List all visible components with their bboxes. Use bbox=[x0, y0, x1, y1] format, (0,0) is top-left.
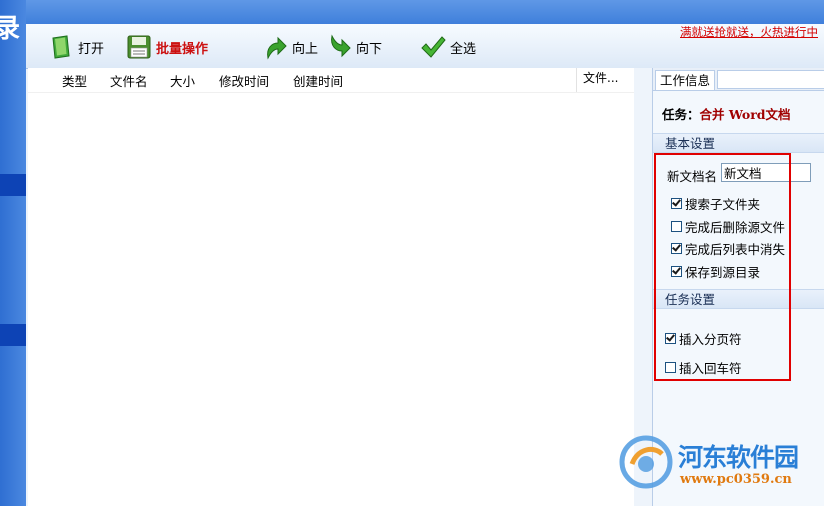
promo-link[interactable]: 满就送抢就送，火热进行中 bbox=[680, 24, 824, 40]
arrow-down-icon bbox=[331, 34, 351, 58]
column-header-size[interactable]: 大小 bbox=[170, 71, 195, 90]
move-down-button[interactable]: 向下 bbox=[326, 33, 382, 61]
batch-operation-label: 批量操作 bbox=[156, 41, 209, 57]
tab-blank[interactable] bbox=[717, 70, 824, 89]
watermark: 河东软件园 www.pc0359.cn bbox=[618, 434, 824, 494]
task-line: 任务：合并 Word文档 bbox=[662, 104, 791, 123]
select-all-button[interactable]: 全选 bbox=[420, 33, 476, 61]
file-list-header: 类型 文件名 大小 修改时间 创建时间 文件... bbox=[28, 68, 634, 93]
open-file-icon bbox=[52, 35, 70, 59]
batch-operation-button[interactable]: 批量操作 bbox=[126, 33, 208, 61]
column-header-modified[interactable]: 修改时间 bbox=[219, 71, 269, 90]
section-basic-settings: 基本设置 bbox=[653, 133, 824, 153]
select-all-label: 全选 bbox=[450, 41, 477, 57]
move-up-button[interactable]: 向上 bbox=[262, 33, 318, 61]
task-name: 合并 Word文档 bbox=[699, 107, 791, 122]
column-header-created[interactable]: 创建时间 bbox=[293, 71, 343, 90]
open-button[interactable]: 打开 bbox=[48, 33, 104, 61]
watermark-url: www.pc0359.cn bbox=[680, 472, 792, 487]
column-header-file-extra[interactable]: 文件... bbox=[576, 68, 632, 92]
column-header-name[interactable]: 文件名 bbox=[110, 71, 148, 90]
left-sidebar: 录 bbox=[0, 0, 26, 506]
move-down-label: 向下 bbox=[356, 41, 383, 57]
app-logo-glyph: 录 bbox=[0, 14, 21, 44]
floppy-disk-icon bbox=[127, 35, 151, 59]
top-title-band bbox=[0, 0, 824, 24]
watermark-logo-icon bbox=[619, 435, 673, 489]
arrow-up-icon bbox=[267, 36, 287, 60]
file-list[interactable]: 类型 文件名 大小 修改时间 创建时间 文件... bbox=[28, 68, 634, 506]
sidebar-nav-item[interactable] bbox=[0, 324, 26, 346]
task-prefix: 任务： bbox=[662, 107, 700, 122]
column-header-type[interactable]: 类型 bbox=[62, 71, 87, 90]
panel-tab-bar: 工作信息 bbox=[653, 68, 824, 91]
sidebar-nav-item[interactable] bbox=[0, 174, 26, 196]
move-up-label: 向上 bbox=[292, 41, 319, 57]
checkmark-icon bbox=[421, 36, 446, 58]
watermark-title: 河东软件园 bbox=[678, 443, 799, 472]
open-button-label: 打开 bbox=[78, 41, 105, 57]
highlight-annotation-box bbox=[654, 153, 791, 381]
tab-work-info[interactable]: 工作信息 bbox=[655, 70, 715, 90]
